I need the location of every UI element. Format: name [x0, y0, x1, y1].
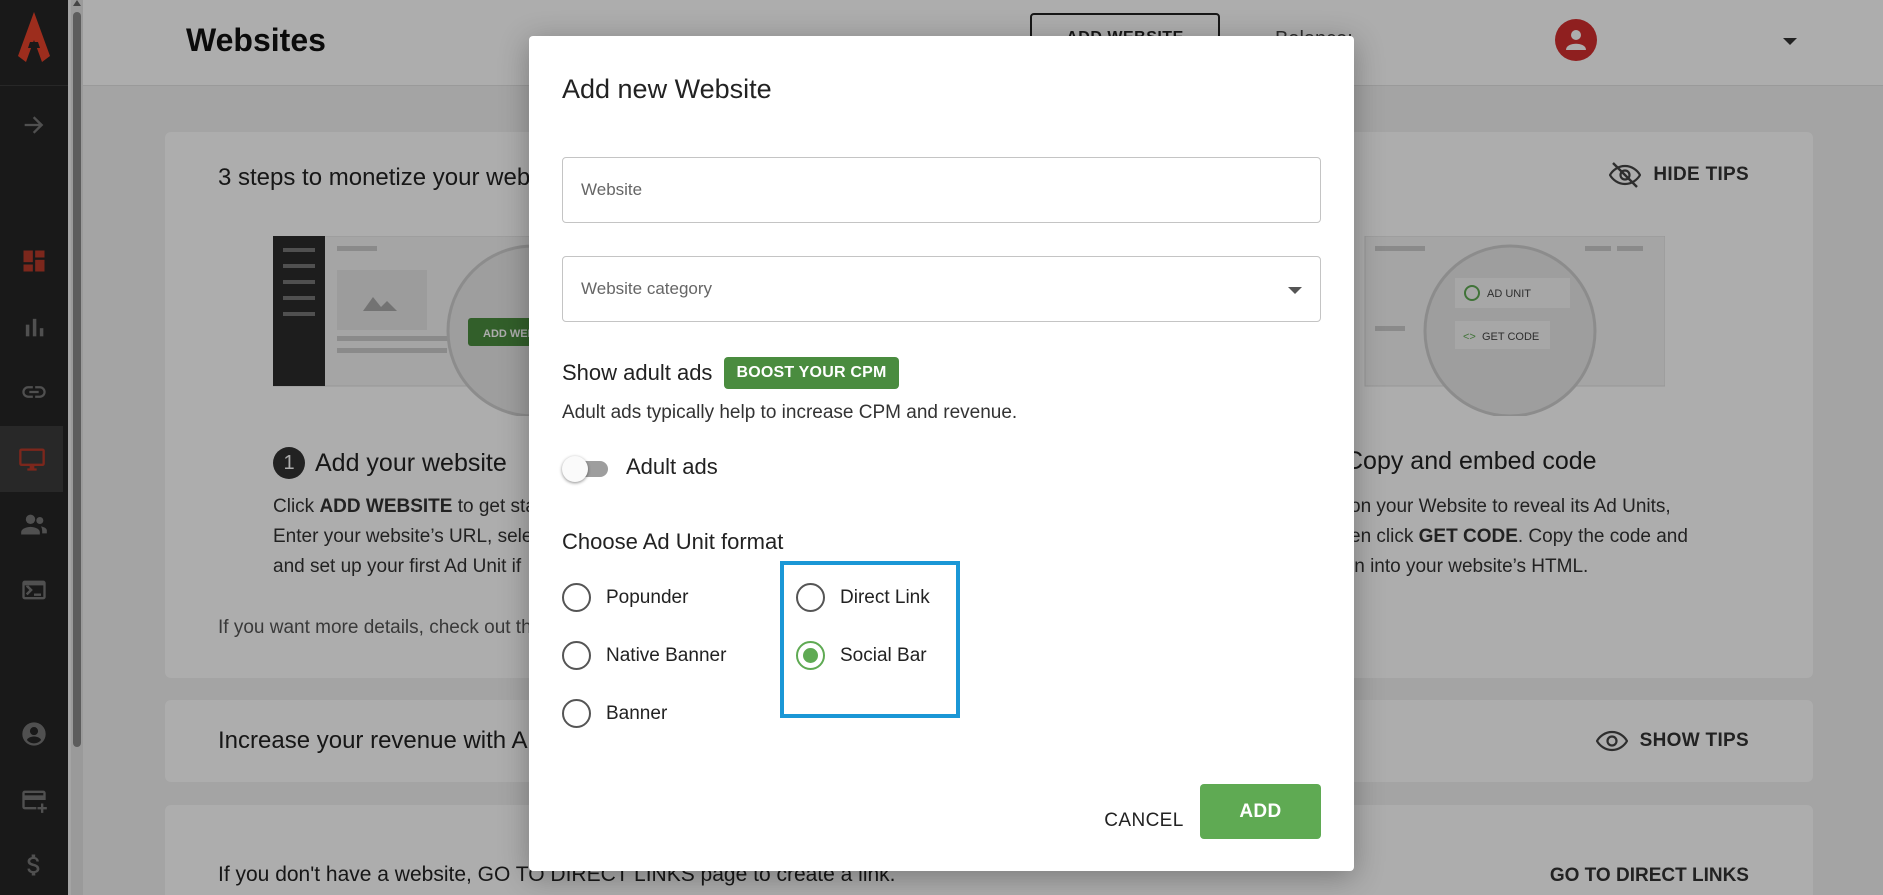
add-button[interactable]: ADD — [1200, 784, 1321, 839]
chevron-down-icon — [1288, 287, 1302, 294]
radio-native-banner[interactable]: Native Banner — [562, 641, 726, 670]
website-category-select[interactable]: Website category — [562, 256, 1321, 322]
toggle-knob — [562, 456, 588, 482]
add-website-dialog: Add new Website Website category Show ad… — [529, 36, 1354, 871]
ad-format-heading: Choose Ad Unit format — [562, 529, 784, 554]
adult-ads-description: Adult ads typically help to increase CPM… — [562, 402, 1018, 423]
website-category-label: Website category — [581, 279, 713, 298]
adult-ads-toggle[interactable] — [562, 454, 612, 484]
radio-circle[interactable] — [562, 583, 591, 612]
radio-popunder[interactable]: Popunder — [562, 583, 688, 612]
adult-ads-heading-text: Show adult ads — [562, 360, 713, 385]
radio-circle[interactable] — [562, 699, 591, 728]
dialog-title: Add new Website — [562, 74, 772, 104]
radio-circle[interactable] — [562, 641, 591, 670]
adult-ads-heading: Show adult ads BOOST YOUR CPM — [562, 357, 899, 389]
website-input[interactable] — [563, 158, 1320, 222]
radio-label: Native Banner — [606, 644, 727, 666]
boost-cpm-badge: BOOST YOUR CPM — [724, 357, 899, 389]
radio-label: Banner — [606, 702, 668, 724]
website-field[interactable] — [562, 157, 1321, 223]
radio-label: Popunder — [606, 586, 689, 608]
highlight-box — [780, 561, 960, 718]
cancel-button[interactable]: CANCEL — [1084, 798, 1204, 844]
radio-banner[interactable]: Banner — [562, 699, 667, 728]
adult-ads-toggle-label: Adult ads — [626, 454, 718, 479]
